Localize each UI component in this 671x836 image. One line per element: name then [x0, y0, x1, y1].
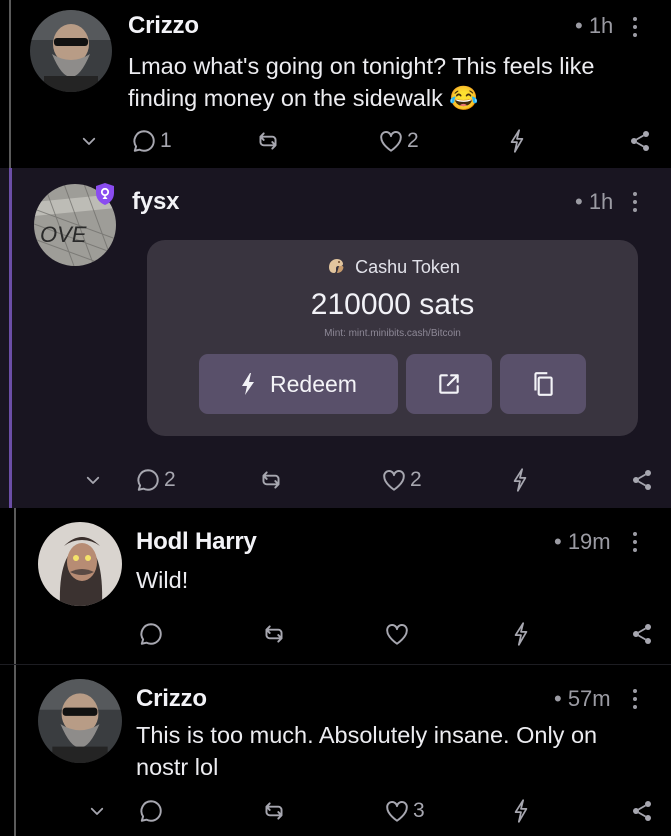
copy-icon — [534, 372, 553, 396]
zap-icon — [514, 799, 528, 823]
note-actions: 3 — [0, 791, 671, 831]
expand-button[interactable] — [84, 460, 102, 500]
expand-button[interactable] — [80, 121, 98, 161]
cashu-token-label: Cashu Token — [355, 257, 460, 277]
reply-button[interactable]: 1 — [131, 121, 172, 161]
reply-button[interactable] — [138, 791, 167, 831]
note-actions: 1 2 — [0, 121, 671, 161]
expand-button[interactable] — [88, 791, 106, 831]
repost-button[interactable] — [260, 614, 288, 654]
like-icon — [386, 801, 408, 822]
more-icon[interactable] — [630, 15, 640, 39]
author-name[interactable]: Hodl Harry — [136, 528, 257, 556]
like-icon — [386, 624, 408, 645]
repost-button[interactable] — [257, 460, 285, 500]
timestamp: • 19m — [554, 529, 611, 554]
repost-button[interactable] — [260, 791, 288, 831]
repost-icon — [259, 132, 277, 150]
note-fysx[interactable]: OVE fysx • 1h Cashu Token 210000 sats Mi… — [0, 168, 671, 508]
zap-button[interactable] — [511, 614, 531, 654]
note-actions: 2 2 — [0, 460, 671, 500]
cashu-token-card: Cashu Token 210000 sats Mint: mint.minib… — [147, 240, 638, 436]
timestamp: • 1h — [575, 13, 614, 38]
note-actions — [0, 614, 671, 654]
reply-icon — [140, 800, 162, 822]
like-button[interactable]: 2 — [378, 121, 419, 161]
cashu-nut-icon — [325, 254, 347, 281]
share-button[interactable] — [630, 460, 654, 500]
chevron-down-icon — [82, 137, 96, 145]
like-icon — [380, 131, 402, 152]
reply-icon — [133, 130, 155, 152]
cashu-token-header: Cashu Token — [147, 254, 638, 281]
reply-button[interactable] — [138, 614, 167, 654]
note-text: Lmao what's going on tonight? This feels… — [128, 53, 595, 111]
like-button[interactable]: 3 — [384, 791, 425, 831]
like-count: 2 — [410, 468, 422, 491]
note-text: Wild! — [136, 567, 189, 593]
redeem-label: Redeem — [270, 370, 357, 397]
reply-icon — [140, 623, 162, 645]
like-button[interactable]: 2 — [381, 460, 422, 500]
author-name[interactable]: Crizzo — [136, 685, 207, 713]
external-link-icon — [439, 374, 459, 394]
open-link-button[interactable] — [406, 354, 492, 414]
zap-icon — [242, 373, 255, 395]
author-name[interactable]: fysx — [132, 188, 179, 216]
zap-icon — [510, 129, 524, 153]
avatar-hodl-harry[interactable] — [38, 522, 122, 606]
verified-badge-icon — [94, 182, 116, 206]
cashu-token-amount: 210000 sats — [310, 288, 475, 321]
share-button[interactable] — [630, 791, 654, 831]
like-count: 3 — [413, 799, 425, 822]
thread-line — [9, 168, 12, 508]
share-icon — [631, 131, 649, 151]
like-button[interactable] — [384, 614, 413, 654]
zap-button[interactable] — [511, 791, 531, 831]
share-icon — [633, 801, 651, 821]
more-icon[interactable] — [630, 530, 640, 554]
chevron-down-icon — [90, 807, 104, 815]
zap-icon — [513, 468, 527, 492]
timestamp: • 57m — [554, 686, 611, 711]
note-hodl-harry[interactable]: Hodl Harry • 19m Wild! — [0, 508, 671, 664]
cashu-mint-url: Mint: mint.minibits.cash/Bitcoin — [324, 328, 461, 339]
reply-count: 2 — [164, 468, 176, 491]
avatar-crizzo[interactable] — [30, 10, 112, 92]
reply-button[interactable]: 2 — [135, 460, 176, 500]
zap-button[interactable] — [510, 460, 530, 500]
zap-icon — [514, 622, 528, 646]
share-icon — [633, 470, 651, 490]
copy-token-button[interactable] — [500, 354, 586, 414]
repost-icon — [262, 471, 280, 489]
like-count: 2 — [407, 129, 419, 152]
like-icon — [383, 470, 405, 491]
share-icon — [633, 624, 651, 644]
note-crizzo-2[interactable]: Crizzo • 57m This is too much. Absolutel… — [0, 664, 671, 836]
author-name[interactable]: Crizzo — [128, 12, 199, 40]
redeem-button[interactable]: Redeem — [199, 354, 398, 414]
avatar-crizzo[interactable] — [38, 679, 122, 763]
zap-button[interactable] — [507, 121, 527, 161]
share-button[interactable] — [628, 121, 652, 161]
more-icon[interactable] — [630, 687, 640, 711]
reply-count: 1 — [160, 129, 172, 152]
svg-text:OVE: OVE — [40, 222, 87, 247]
more-icon[interactable] — [630, 190, 640, 214]
repost-icon — [265, 802, 283, 820]
repost-icon — [265, 625, 283, 643]
share-button[interactable] — [630, 614, 654, 654]
reply-icon — [137, 469, 159, 491]
repost-button[interactable] — [254, 121, 282, 161]
note-crizzo-1[interactable]: Crizzo • 1h Lmao what's going on tonight… — [0, 0, 671, 168]
timestamp: • 1h — [575, 189, 614, 214]
note-text: This is too much. Absolutely insane. Onl… — [136, 722, 598, 780]
chevron-down-icon — [86, 476, 100, 484]
